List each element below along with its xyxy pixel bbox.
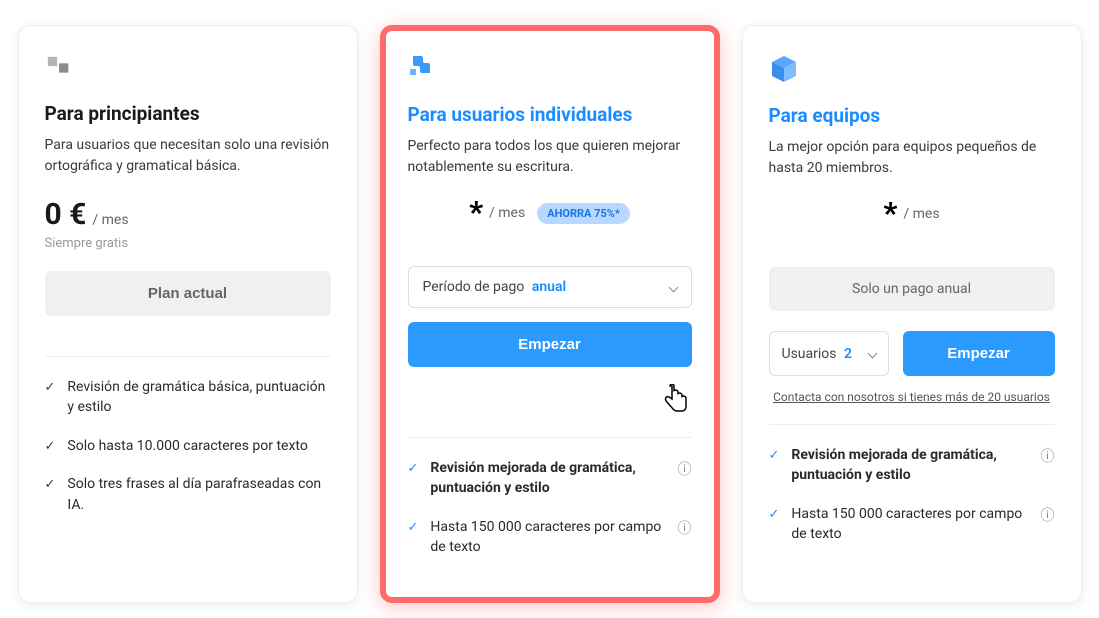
plan-card-team: Para equipos La mejor opción para equipo… [742,25,1082,603]
info-icon[interactable]: ⓘ [1041,447,1055,467]
check-icon: ✓ [45,379,56,398]
price-amount: 0 € [45,197,87,232]
check-icon: ✓ [769,447,780,466]
start-button[interactable]: Empezar [903,331,1055,376]
check-icon: ✓ [769,506,780,525]
price-period: / mes [903,206,939,222]
select-label: Usuarios [782,346,837,362]
feature-text: Revisión de gramática básica, puntuación… [67,377,330,418]
price-note: Siempre gratis [45,236,331,251]
feature-text: Hasta 150 000 caracteres por campo de te… [430,517,665,558]
feature-item: ✓ Revisión mejorada de gramática, puntua… [408,458,692,499]
plan-title: Para equipos [769,104,1055,127]
price-row: * / mes AHORRA 75%* [408,198,692,228]
feature-text: Solo tres frases al día parafraseadas co… [67,474,330,515]
feature-item: ✓ Revisión de gramática básica, puntuaci… [45,377,331,418]
current-plan-button[interactable]: Plan actual [45,271,331,316]
plan-title: Para principiantes [45,102,331,125]
annual-payment-note: Solo un pago anual [769,267,1055,311]
feature-item: ✓ Solo tres frases al día parafraseadas … [45,474,331,515]
feature-item: ✓ Revisión mejorada de gramática, puntua… [769,445,1055,486]
info-icon[interactable]: ⓘ [1041,506,1055,526]
feature-text: Revisión mejorada de gramática, puntuaci… [791,445,1028,486]
check-icon: ✓ [408,460,419,479]
plan-desc: Perfecto para todos los que quieren mejo… [408,136,692,178]
plan-card-beginner: Para principiantes Para usuarios que nec… [18,25,358,603]
info-icon[interactable]: ⓘ [678,519,692,539]
chevron-down-icon [867,349,877,359]
check-icon: ✓ [45,476,56,495]
divider [769,424,1055,425]
feature-list: ✓ Revisión mejorada de gramática, puntua… [769,445,1055,544]
divider [45,356,331,357]
price-row: * / mes [769,199,1055,229]
price-asterisk: * [469,198,483,228]
chevron-down-icon [668,282,678,292]
check-icon: ✓ [45,438,56,457]
divider [408,437,692,438]
save-badge: AHORRA 75%* [537,203,630,224]
plan-card-individual: Para usuarios individuales Perfecto para… [380,25,720,603]
select-value: 2 [844,346,852,362]
select-label: Período de pago [423,279,525,295]
plan-icon-team [769,54,1055,88]
payment-period-select[interactable]: Período de pago anual [408,266,692,308]
price-period: / mes [489,205,525,221]
price-period: / mes [92,212,128,228]
users-select[interactable]: Usuarios 2 [769,331,889,376]
price-row: 0 € / mes [45,197,331,232]
contact-link[interactable]: Contacta con nosotros si tienes más de 2… [769,390,1055,404]
feature-list: ✓ Revisión mejorada de gramática, puntua… [408,458,692,557]
start-button[interactable]: Empezar [408,322,692,367]
select-value: anual [532,279,566,295]
feature-text: Solo hasta 10.000 caracteres por texto [67,436,330,456]
plan-desc: La mejor opción para equipos pequeños de… [769,137,1055,179]
feature-text: Hasta 150 000 caracteres por campo de te… [791,504,1028,545]
feature-text: Revisión mejorada de gramática, puntuaci… [430,458,665,499]
plan-desc: Para usuarios que necesitan solo una rev… [45,135,331,177]
check-icon: ✓ [408,519,419,538]
feature-list: ✓ Revisión de gramática básica, puntuaci… [45,377,331,515]
plan-icon-beginner [45,54,331,86]
info-icon[interactable]: ⓘ [678,460,692,480]
plan-title: Para usuarios individuales [408,103,692,126]
price-asterisk: * [883,199,897,229]
plan-icon-individual [408,53,692,87]
feature-item: ✓ Hasta 150 000 caracteres por campo de … [408,517,692,558]
feature-item: ✓ Hasta 150 000 caracteres por campo de … [769,504,1055,545]
feature-item: ✓ Solo hasta 10.000 caracteres por texto [45,436,331,457]
